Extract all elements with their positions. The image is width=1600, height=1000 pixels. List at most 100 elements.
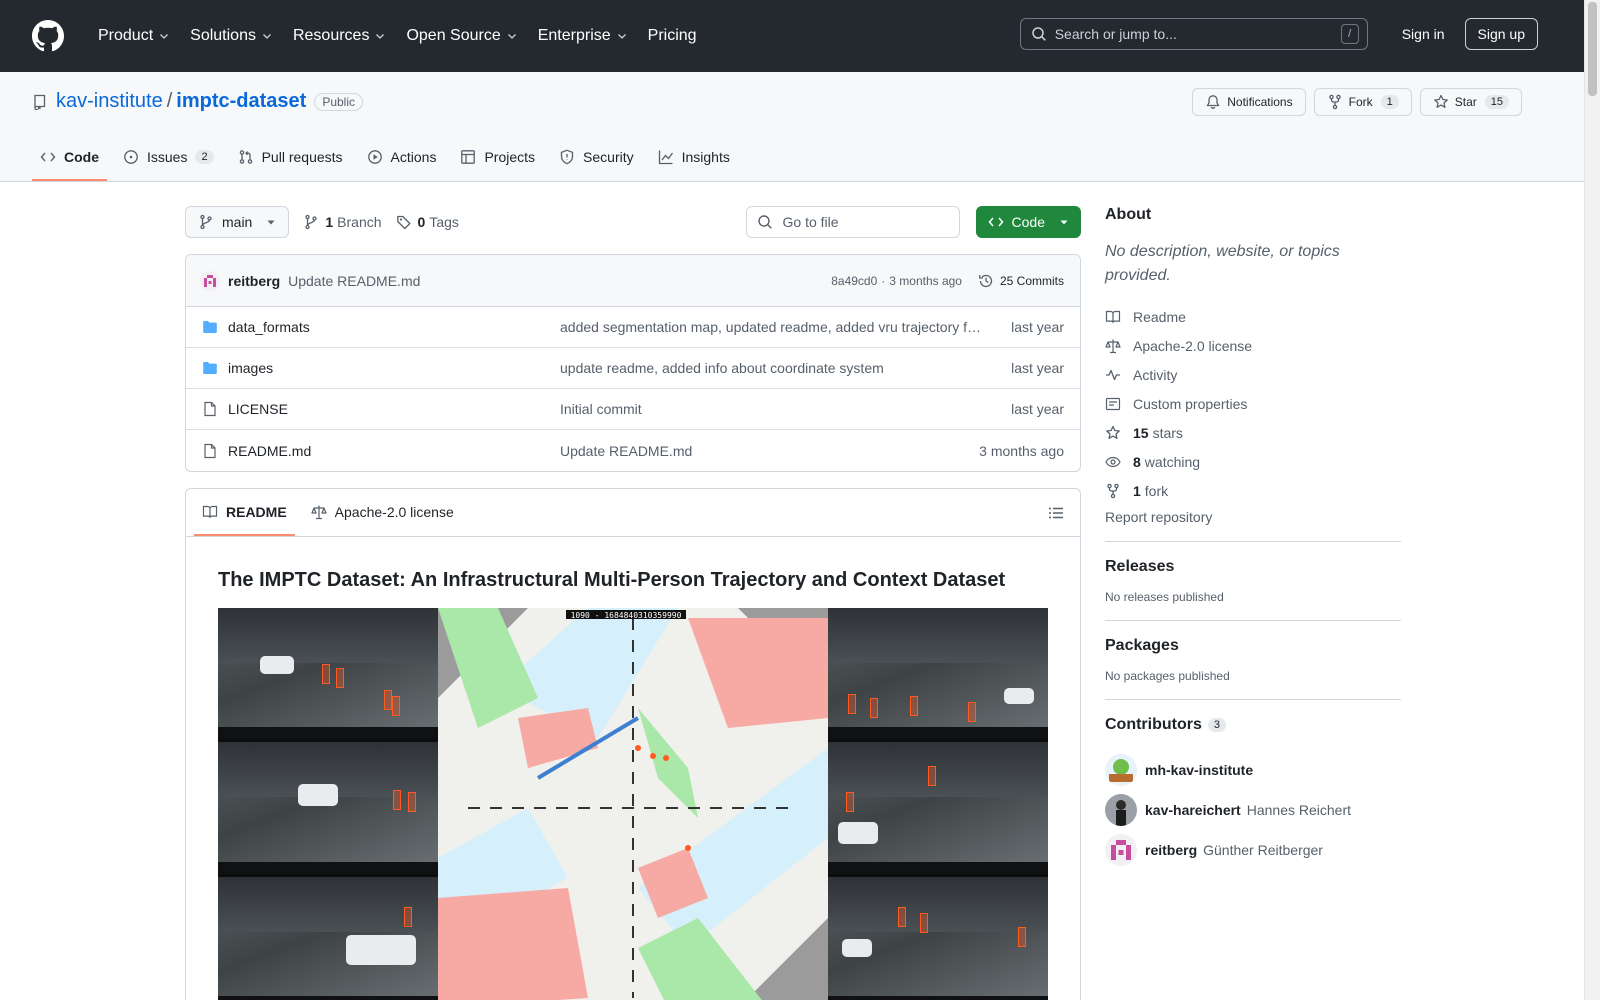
nav-solutions[interactable]: Solutions bbox=[180, 18, 283, 54]
branches-link[interactable]: 1 Branch bbox=[303, 214, 382, 230]
tab-readme[interactable]: README bbox=[194, 490, 295, 536]
repo-owner-link[interactable]: kav-institute bbox=[56, 90, 163, 113]
code-download-button[interactable]: Code bbox=[975, 206, 1081, 238]
about-item-label: Custom properties bbox=[1133, 395, 1248, 412]
search-icon bbox=[757, 215, 772, 229]
page-scrollbar[interactable] bbox=[1584, 0, 1600, 1000]
releases-title-link[interactable]: Releases bbox=[1105, 558, 1401, 576]
fork-label: Fork bbox=[1348, 95, 1373, 109]
tags-link[interactable]: 0 Tags bbox=[396, 214, 459, 230]
packages-title-link[interactable]: Packages bbox=[1105, 637, 1401, 655]
go-to-file-input[interactable]: Go to file bbox=[745, 206, 960, 238]
commits-count-label: 25 Commits bbox=[999, 273, 1064, 288]
search-shortcut-key: / bbox=[1340, 24, 1359, 44]
sign-in-link[interactable]: Sign in bbox=[1388, 26, 1459, 42]
branch-select-button[interactable]: main bbox=[185, 206, 290, 238]
tab-label: Insights bbox=[681, 149, 730, 165]
branch-count: 1 bbox=[325, 214, 334, 230]
table-row[interactable]: LICENSE Initial commit last year bbox=[186, 389, 1080, 430]
global-search-input[interactable]: Search or jump to... / bbox=[1019, 18, 1368, 50]
report-repository-link[interactable]: Report repository bbox=[1105, 509, 1401, 525]
tab-label: Apache-2.0 license bbox=[334, 504, 454, 520]
tab-license[interactable]: Apache-2.0 license bbox=[303, 490, 462, 536]
star-button[interactable]: Star 15 bbox=[1419, 88, 1522, 116]
contributors-title-link[interactable]: Contributors bbox=[1105, 716, 1202, 734]
activity-link[interactable]: Activity bbox=[1105, 360, 1401, 389]
file-icon bbox=[204, 443, 216, 458]
watchers-count: 8 bbox=[1133, 453, 1141, 470]
forks-link[interactable]: 1 fork bbox=[1105, 476, 1401, 505]
table-row[interactable]: data_formats added segmentation map, upd… bbox=[186, 307, 1080, 348]
nav-open-source[interactable]: Open Source bbox=[396, 18, 527, 54]
play-icon bbox=[367, 150, 382, 164]
avatar[interactable] bbox=[200, 270, 220, 291]
custom-properties-link[interactable]: Custom properties bbox=[1105, 389, 1401, 418]
github-logo-icon[interactable] bbox=[32, 20, 64, 52]
nav-product[interactable]: Product bbox=[88, 18, 180, 54]
readme-link[interactable]: Readme bbox=[1105, 302, 1401, 331]
nav-label: Enterprise bbox=[537, 27, 611, 44]
nav-pricing[interactable]: Pricing bbox=[638, 18, 707, 54]
commit-author-link[interactable]: reitberg bbox=[228, 273, 280, 289]
about-item-label: fork bbox=[1144, 482, 1169, 499]
stars-link[interactable]: 15 stars bbox=[1105, 418, 1401, 447]
eye-icon bbox=[1105, 456, 1121, 467]
file-commit-link[interactable]: added segmentation map, updated readme, … bbox=[560, 319, 1011, 335]
table-icon bbox=[461, 150, 476, 164]
tab-issues[interactable]: Issues 2 bbox=[115, 135, 222, 181]
chevron-down-icon bbox=[263, 34, 271, 39]
license-link[interactable]: Apache-2.0 license bbox=[1105, 331, 1401, 360]
watchers-link[interactable]: 8 watching bbox=[1105, 447, 1401, 476]
avatar[interactable] bbox=[1105, 794, 1137, 826]
nav-label: Solutions bbox=[190, 27, 256, 44]
avatar[interactable] bbox=[1105, 754, 1137, 786]
repo-content: main 1 Branch 0 Tags Go to file Code rei… bbox=[185, 206, 1081, 1000]
commit-hash-link[interactable]: 8a49cd0 bbox=[831, 274, 877, 288]
table-row[interactable]: images update readme, added info about c… bbox=[186, 348, 1080, 389]
contributor-item[interactable]: kav-hareichert Hannes Reichert bbox=[1105, 790, 1401, 830]
file-commit-link[interactable]: Initial commit bbox=[560, 401, 1011, 417]
camera-view bbox=[218, 608, 438, 740]
tab-actions[interactable]: Actions bbox=[359, 135, 445, 181]
file-toolbar: main 1 Branch 0 Tags Go to file Code bbox=[185, 206, 1081, 238]
tab-projects[interactable]: Projects bbox=[452, 135, 543, 181]
notifications-button[interactable]: Notifications bbox=[1192, 88, 1306, 116]
list-unordered-icon[interactable] bbox=[1048, 505, 1064, 521]
file-commit-link[interactable]: Update README.md bbox=[560, 443, 979, 459]
tab-insights[interactable]: Insights bbox=[650, 135, 738, 181]
commit-message-link[interactable]: Update README.md bbox=[288, 273, 420, 289]
nav-label: Resources bbox=[292, 27, 370, 44]
releases-empty: No releases published bbox=[1105, 590, 1224, 604]
fork-button[interactable]: Fork 1 bbox=[1313, 88, 1412, 116]
contributor-item[interactable]: mh-kav-institute bbox=[1105, 750, 1401, 790]
identicon-avatar bbox=[1105, 834, 1137, 866]
divider bbox=[1105, 541, 1401, 542]
file-commit-link[interactable]: update readme, added info about coordina… bbox=[560, 360, 1011, 376]
table-row[interactable]: README.md Update README.md 3 months ago bbox=[186, 430, 1080, 471]
tab-pull-requests[interactable]: Pull requests bbox=[230, 135, 351, 181]
tab-code[interactable]: Code bbox=[32, 135, 107, 181]
tag-label: Tags bbox=[429, 214, 459, 230]
nav-enterprise[interactable]: Enterprise bbox=[528, 18, 638, 54]
file-name-link[interactable]: LICENSE bbox=[228, 401, 560, 417]
scrollbar-thumb[interactable] bbox=[1588, 2, 1597, 96]
chevron-down-icon bbox=[376, 34, 385, 39]
file-name-link[interactable]: data_formats bbox=[228, 319, 560, 335]
camera-column-right bbox=[828, 608, 1048, 1000]
file-name-link[interactable]: images bbox=[228, 360, 560, 376]
repo-name-link[interactable]: imptc-dataset bbox=[176, 90, 306, 113]
avatar-image bbox=[1105, 794, 1137, 826]
sign-up-button[interactable]: Sign up bbox=[1464, 18, 1538, 50]
chevron-down-icon bbox=[617, 34, 626, 39]
avatar[interactable] bbox=[1105, 834, 1137, 866]
about-item-label: Readme bbox=[1133, 308, 1186, 325]
fork-count: 1 bbox=[1380, 95, 1399, 109]
star-count: 15 bbox=[1484, 95, 1509, 109]
nav-resources[interactable]: Resources bbox=[283, 18, 396, 54]
header-actions: Search or jump to... / Sign in Sign up bbox=[1019, 18, 1538, 50]
tab-label: Projects bbox=[484, 149, 536, 165]
contributor-item[interactable]: reitberg Günther Reitberger bbox=[1105, 830, 1401, 870]
tab-security[interactable]: Security bbox=[551, 135, 642, 181]
commits-history-link[interactable]: 25 Commits bbox=[978, 273, 1064, 289]
file-name-link[interactable]: README.md bbox=[228, 443, 560, 459]
